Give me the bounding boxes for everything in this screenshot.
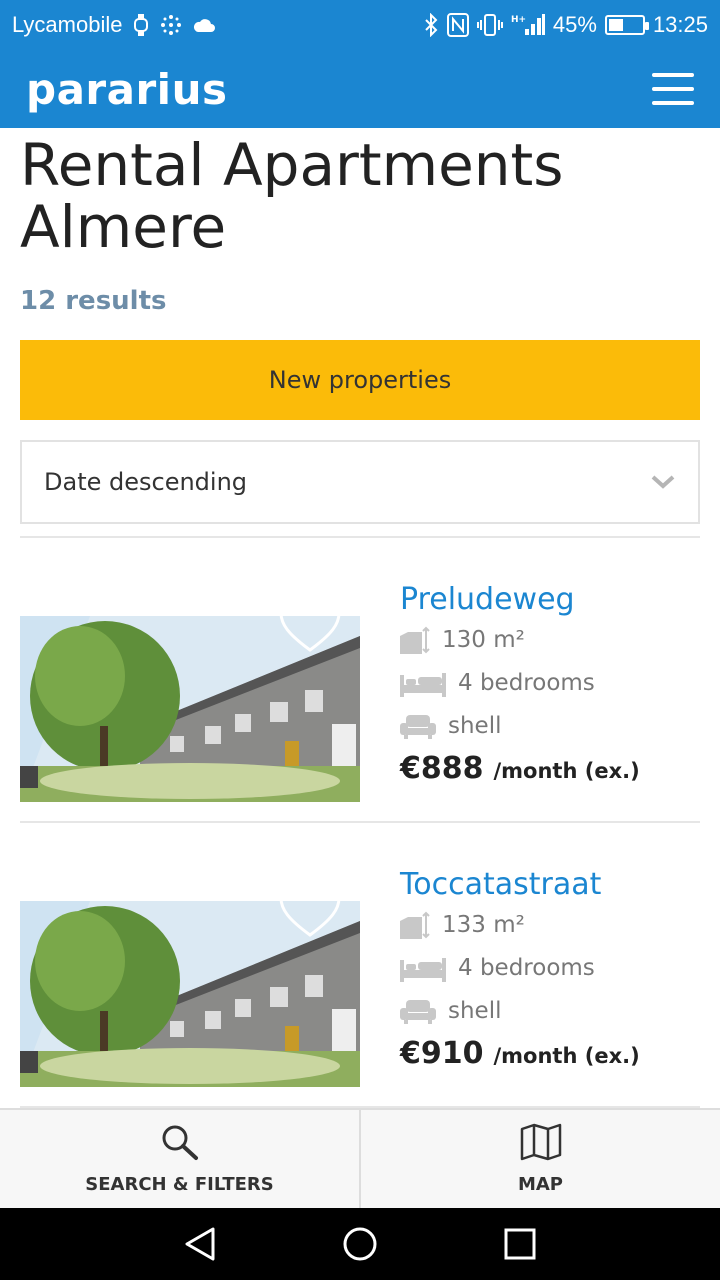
listing-area-text: 133 m² — [442, 911, 525, 938]
dots-grid-icon — [160, 14, 182, 36]
sofa-icon — [400, 713, 436, 739]
map-button[interactable]: MAP — [359, 1110, 720, 1208]
watch-icon — [132, 13, 150, 37]
listing-card[interactable]: Toccatastraat 133 m² 4 bedrooms shell €9… — [20, 823, 700, 1108]
listing-bedrooms: 4 bedrooms — [400, 661, 700, 704]
battery-icon — [604, 15, 649, 35]
main-content: Rental Apartments Almere 12 results New … — [0, 128, 720, 1108]
battery-level — [608, 19, 623, 31]
bluetooth-icon — [423, 13, 439, 37]
map-label: MAP — [517, 1174, 564, 1195]
nfc-icon — [446, 13, 469, 37]
bottom-action-bar: SEARCH & FILTERS MAP — [0, 1108, 720, 1208]
results-count: 12 results — [20, 286, 167, 316]
sofa-icon — [400, 998, 436, 1024]
listing-bedrooms: 4 bedrooms — [400, 946, 700, 989]
page-title: Rental Apartments Almere — [20, 131, 564, 261]
listing-price: €888 /month (ex.) — [400, 751, 700, 786]
search-filters-button[interactable]: SEARCH & FILTERS — [0, 1110, 359, 1208]
vibrate-icon — [476, 13, 503, 37]
favorite-heart-icon[interactable] — [278, 593, 342, 654]
listing-bedrooms-text: 4 bedrooms — [458, 669, 595, 696]
app-header: pararius — [0, 50, 720, 128]
listing-info: Toccatastraat 133 m² 4 bedrooms shell €9… — [400, 867, 700, 1071]
listing-price-amount: €910 — [400, 1036, 484, 1071]
search-icon — [160, 1123, 200, 1166]
listing-title[interactable]: Preludeweg — [400, 582, 700, 618]
listing-price-suffix: /month (ex.) — [493, 1044, 640, 1068]
android-nav-bar — [0, 1208, 720, 1280]
status-bar: Lycamobile H+ 45% 13:25 — [0, 0, 720, 50]
status-right: H+ 45% 13:25 — [423, 12, 708, 38]
cloud-icon — [192, 17, 216, 33]
favorite-heart-icon[interactable] — [278, 878, 342, 939]
search-filters-label: SEARCH & FILTERS — [85, 1174, 274, 1195]
bed-icon — [400, 669, 446, 697]
svg-text:H+: H+ — [511, 15, 526, 25]
listing-area: 130 m² — [400, 618, 700, 661]
chevron-down-icon — [650, 468, 676, 496]
recents-icon[interactable] — [490, 1214, 550, 1274]
listing-area: 133 m² — [400, 903, 700, 946]
signal-icon: H+ — [511, 13, 545, 37]
battery-percent: 45% — [552, 12, 597, 37]
listing-bedrooms-text: 4 bedrooms — [458, 954, 595, 981]
status-left: Lycamobile — [12, 12, 216, 38]
area-icon — [400, 911, 430, 939]
pararius-logo[interactable]: pararius — [26, 65, 227, 114]
listing-interior-text: shell — [448, 712, 502, 739]
listing-info: Preludeweg 130 m² 4 bedrooms shell €888 … — [400, 582, 700, 786]
listing-interior: shell — [400, 989, 700, 1032]
listing-area-text: 130 m² — [442, 626, 525, 653]
listing-price-amount: €888 — [400, 751, 484, 786]
listing-card[interactable]: Preludeweg 130 m² 4 bedrooms shell €888 … — [20, 538, 700, 823]
area-icon — [400, 626, 430, 654]
back-icon[interactable] — [170, 1214, 230, 1274]
new-properties-button[interactable]: New properties — [20, 340, 700, 420]
carrier-name: Lycamobile — [12, 12, 123, 37]
sort-select[interactable]: Date descending — [20, 440, 700, 524]
listing-interior: shell — [400, 704, 700, 747]
sort-select-value: Date descending — [44, 468, 248, 496]
listing-price-suffix: /month (ex.) — [493, 759, 640, 783]
listing-interior-text: shell — [448, 997, 502, 1024]
clock: 13:25 — [652, 12, 708, 37]
bed-icon — [400, 954, 446, 982]
listing-price: €910 /month (ex.) — [400, 1036, 700, 1071]
map-icon — [520, 1123, 562, 1166]
listing-title[interactable]: Toccatastraat — [400, 867, 700, 903]
home-icon[interactable] — [330, 1214, 390, 1274]
hamburger-menu-icon[interactable] — [652, 73, 694, 105]
